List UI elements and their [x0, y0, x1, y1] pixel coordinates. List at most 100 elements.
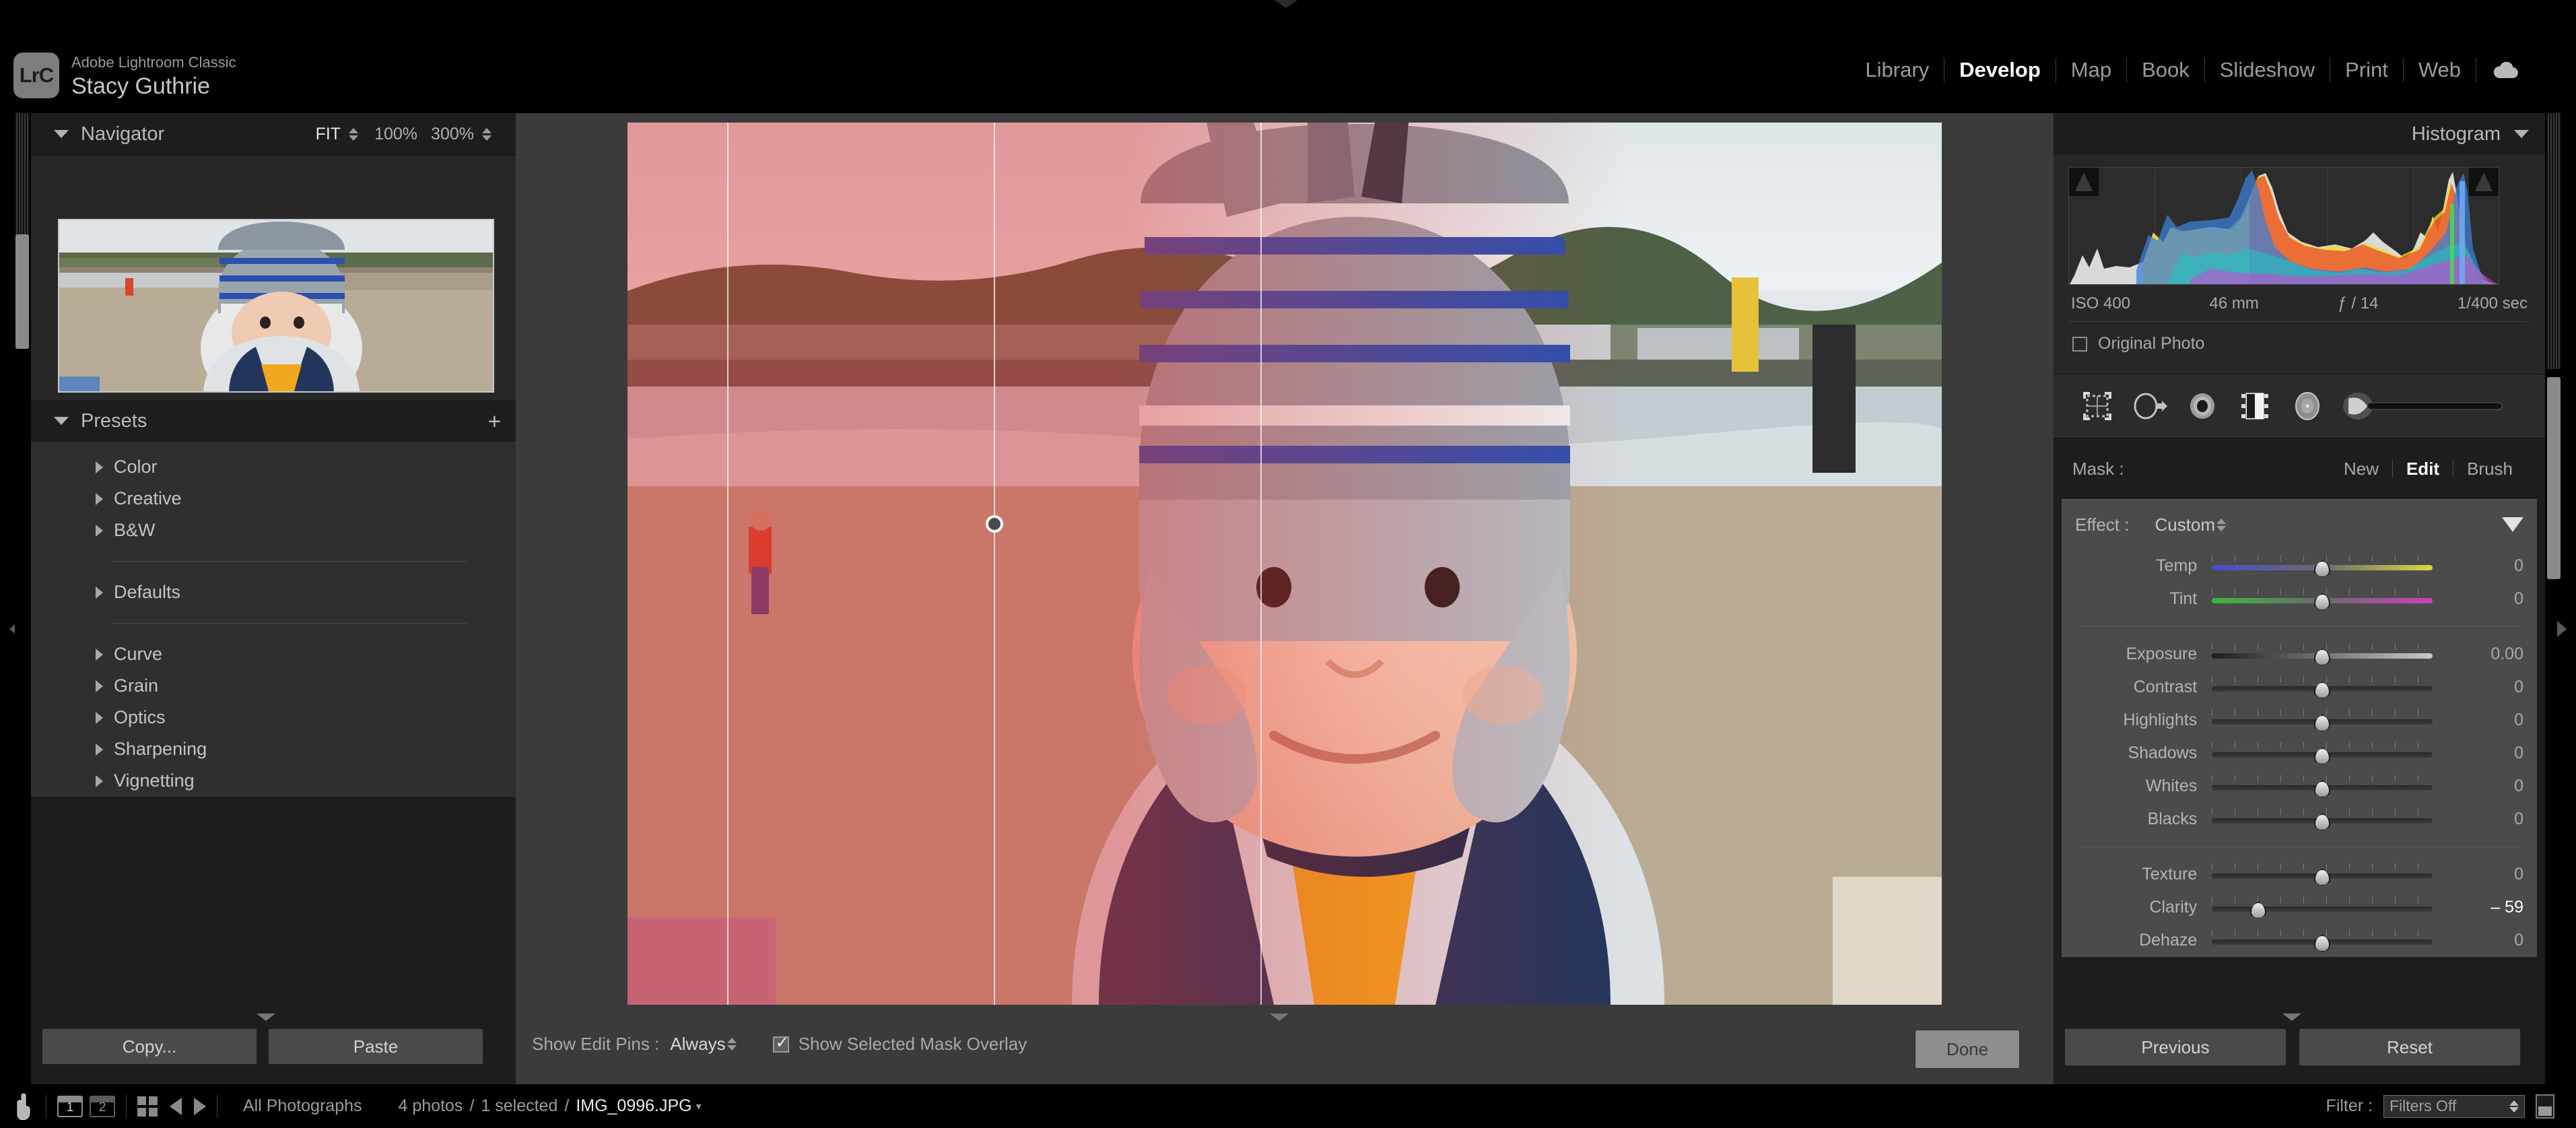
slider-blacks[interactable]: Blacks 0: [2062, 803, 2537, 836]
shadow-clipping-indicator[interactable]: [2069, 168, 2099, 196]
effect-stepper[interactable]: [2216, 518, 2227, 531]
done-button[interactable]: Done: [1915, 1030, 2020, 1069]
module-print[interactable]: Print: [2330, 58, 2403, 82]
slider-clarity[interactable]: Clarity – 59: [2062, 891, 2537, 924]
mask-edit-button[interactable]: Edit: [2393, 459, 2453, 479]
mask-guide-line-center[interactable]: [994, 123, 995, 1005]
slider-highlights[interactable]: Highlights 0: [2062, 704, 2537, 737]
left-footer-toggle[interactable]: [257, 1014, 275, 1021]
spot-removal-icon[interactable]: [2124, 385, 2176, 427]
slider-thumb[interactable]: [2314, 648, 2331, 666]
slider-value[interactable]: 0.00: [2433, 644, 2523, 664]
develop-photo[interactable]: [628, 123, 1942, 1005]
cloud-sync-icon[interactable]: [2493, 61, 2519, 79]
slider-value[interactable]: – 59: [2433, 898, 2523, 917]
slider-thumb[interactable]: [2314, 681, 2331, 699]
slider-temp[interactable]: Temp 0: [2062, 550, 2537, 583]
slider-value[interactable]: 0: [2433, 556, 2523, 576]
secondary-window-button[interactable]: 2: [90, 1095, 115, 1117]
expand-icon[interactable]: [96, 743, 103, 756]
slider-value[interactable]: 0: [2433, 743, 2523, 763]
preset-group-grain[interactable]: Grain: [31, 670, 516, 702]
histogram-plot[interactable]: [2068, 167, 2499, 285]
right-footer-toggle[interactable]: [2282, 1014, 2301, 1021]
slider-value[interactable]: 0: [2433, 865, 2523, 884]
preset-group-defaults[interactable]: Defaults: [31, 576, 516, 608]
slider-thumb[interactable]: [2314, 747, 2331, 765]
navigate-back-icon[interactable]: [170, 1097, 182, 1115]
expand-icon[interactable]: [96, 679, 103, 692]
mask-guide-line-end[interactable]: [1260, 123, 1262, 1005]
right-panel-collapse-arrow[interactable]: [2557, 621, 2567, 637]
navigate-forward-icon[interactable]: [194, 1097, 206, 1115]
slider-thumb[interactable]: [2314, 593, 2331, 611]
expand-icon[interactable]: [96, 524, 103, 537]
slider-whites[interactable]: Whites 0: [2062, 770, 2537, 803]
navigator-thumbnail[interactable]: [58, 219, 494, 393]
show-edit-pins-stepper[interactable]: [726, 1038, 737, 1051]
slider-thumb[interactable]: [2314, 780, 2331, 798]
module-book[interactable]: Book: [2127, 58, 2204, 82]
preset-group-sharpening[interactable]: Sharpening: [31, 733, 516, 765]
slider-thumb[interactable]: [2250, 901, 2267, 919]
zoom-fit[interactable]: FIT: [309, 125, 348, 144]
module-develop[interactable]: Develop: [1944, 58, 2056, 82]
original-photo-toggle[interactable]: Original Photo: [2068, 322, 2530, 364]
preset-group-bw[interactable]: B&W: [31, 515, 516, 546]
reset-button[interactable]: Reset: [2299, 1028, 2521, 1066]
navigator-collapse-icon[interactable]: [54, 130, 69, 138]
show-mask-overlay-checkbox[interactable]: [772, 1033, 789, 1053]
crop-overlay-icon[interactable]: [2071, 385, 2124, 427]
navigator-preview[interactable]: [31, 155, 516, 400]
preset-group-curve[interactable]: Curve: [31, 638, 516, 670]
effect-value[interactable]: Custom: [2155, 515, 2215, 535]
red-eye-icon[interactable]: [2176, 385, 2229, 427]
copy-button[interactable]: Copy...: [42, 1028, 257, 1065]
slider-shadows[interactable]: Shadows 0: [2062, 737, 2537, 770]
paste-button[interactable]: Paste: [268, 1028, 483, 1065]
main-window-button[interactable]: 1: [57, 1095, 83, 1117]
slider-value[interactable]: 0: [2433, 589, 2523, 609]
zoom-100[interactable]: 100%: [368, 125, 424, 144]
previous-button[interactable]: Previous: [2064, 1028, 2286, 1066]
slider-value[interactable]: 0: [2433, 677, 2523, 697]
center-toolbar-toggle[interactable]: [1270, 1014, 1289, 1021]
radial-gradient-icon[interactable]: [2281, 385, 2334, 427]
effect-expand-icon[interactable]: [2502, 517, 2523, 532]
expand-icon[interactable]: [96, 586, 103, 599]
slider-thumb[interactable]: [2314, 813, 2331, 831]
slider-value[interactable]: 0: [2433, 809, 2523, 829]
show-edit-pins-value[interactable]: Always: [670, 1034, 725, 1055]
masking-icon[interactable]: [2229, 385, 2281, 427]
slider-thumb[interactable]: [2314, 868, 2331, 886]
slider-thumb[interactable]: [2314, 934, 2331, 952]
slider-dehaze[interactable]: Dehaze 0: [2062, 924, 2537, 957]
linear-gradient-mask-pin[interactable]: [986, 515, 1003, 533]
expand-icon[interactable]: [96, 711, 103, 724]
slider-texture[interactable]: Texture 0: [2062, 858, 2537, 891]
filmstrip-toggle-icon[interactable]: [2536, 1094, 2554, 1119]
highlight-clipping-indicator[interactable]: [2469, 168, 2499, 196]
slider-exposure[interactable]: Exposure 0.00: [2062, 638, 2537, 671]
hand-pointer-icon[interactable]: [15, 1093, 35, 1120]
top-panel-toggle[interactable]: [1275, 0, 1297, 8]
filter-stepper-icon[interactable]: [2509, 1100, 2519, 1113]
module-slideshow[interactable]: Slideshow: [2205, 58, 2330, 82]
slider-value[interactable]: 0: [2433, 776, 2523, 796]
expand-icon[interactable]: [96, 492, 103, 505]
grid-view-icon[interactable]: [137, 1096, 158, 1117]
zoom-300-stepper[interactable]: [482, 127, 492, 141]
preset-group-optics[interactable]: Optics: [31, 702, 516, 733]
expand-icon[interactable]: [96, 461, 103, 473]
left-scrollbar-thumb[interactable]: [15, 234, 29, 349]
preset-group-color[interactable]: Color: [31, 451, 516, 483]
expand-icon[interactable]: [96, 648, 103, 661]
filename-dropdown-icon[interactable]: ▾: [696, 1100, 702, 1113]
source-label[interactable]: All Photographs: [243, 1096, 362, 1116]
original-photo-checkbox[interactable]: [2072, 336, 2087, 352]
slider-thumb[interactable]: [2314, 714, 2331, 732]
preset-group-vignetting[interactable]: Vignetting: [31, 765, 516, 797]
zoom-300[interactable]: 300%: [424, 125, 481, 144]
zoom-fit-stepper[interactable]: [349, 127, 359, 141]
slider-value[interactable]: 0: [2433, 710, 2523, 730]
